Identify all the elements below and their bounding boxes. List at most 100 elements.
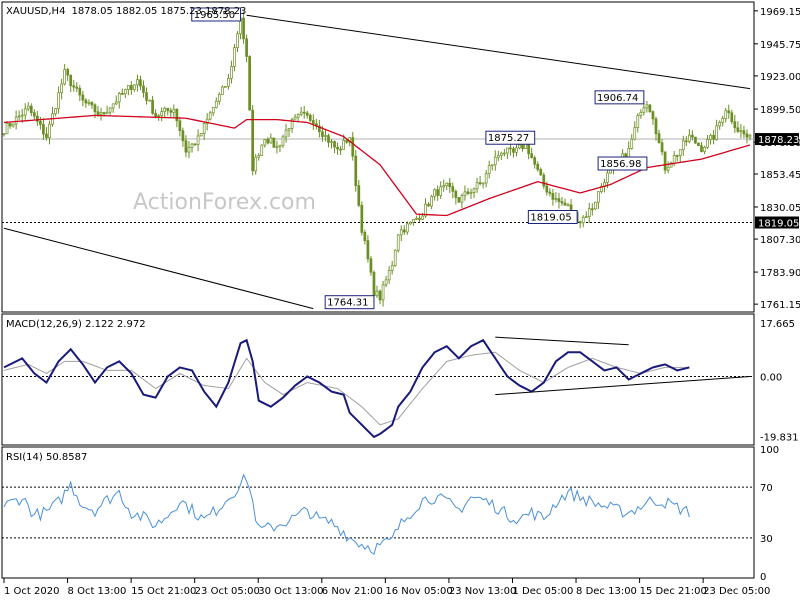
candle-body bbox=[29, 105, 33, 114]
candle-body bbox=[393, 249, 397, 266]
candle-body bbox=[399, 229, 403, 236]
candle bbox=[199, 132, 203, 137]
candle-body bbox=[451, 186, 455, 192]
candle-body bbox=[724, 110, 728, 119]
candle-body bbox=[742, 130, 746, 135]
candle-body bbox=[460, 195, 464, 203]
candle-body bbox=[515, 147, 518, 153]
candle-body bbox=[733, 121, 737, 129]
candle-body bbox=[293, 116, 297, 120]
price-annotation: 1906.74 bbox=[594, 90, 645, 105]
candle-body bbox=[533, 157, 537, 165]
candle-body bbox=[260, 144, 264, 156]
candle-body bbox=[302, 111, 306, 114]
candle bbox=[251, 104, 255, 176]
candle-body bbox=[133, 84, 136, 90]
candle-body bbox=[5, 122, 9, 135]
candle-body bbox=[636, 115, 640, 128]
candle bbox=[224, 85, 227, 88]
price-tick-label: 1923.00 bbox=[760, 72, 800, 83]
candle-body bbox=[445, 182, 449, 187]
candle-body bbox=[181, 130, 185, 142]
candle-body bbox=[709, 135, 712, 140]
candle-body bbox=[630, 138, 634, 149]
candle-body bbox=[581, 216, 585, 224]
candle-body bbox=[284, 129, 288, 138]
price-tick-label: 1783.90 bbox=[760, 268, 800, 279]
candle-body bbox=[99, 112, 103, 115]
candle bbox=[648, 104, 652, 113]
candle-body bbox=[442, 185, 446, 188]
candle-body bbox=[587, 208, 591, 217]
candle-body bbox=[745, 133, 749, 138]
candle-body bbox=[217, 94, 221, 102]
candle-body bbox=[263, 139, 267, 146]
candle-body bbox=[154, 112, 157, 117]
candle-body bbox=[63, 69, 67, 85]
candle-body bbox=[454, 191, 458, 198]
candle-body bbox=[102, 112, 106, 115]
candle-body bbox=[236, 33, 239, 49]
candle-body bbox=[257, 155, 261, 158]
candle-body bbox=[369, 258, 373, 273]
candle-body bbox=[436, 189, 440, 196]
candle-body bbox=[172, 108, 176, 113]
candle-body bbox=[384, 279, 388, 286]
candle-body bbox=[642, 107, 646, 113]
candle-body bbox=[105, 111, 109, 115]
price-annotation: 1856.98 bbox=[597, 156, 648, 171]
candle-body bbox=[545, 185, 549, 193]
x-tick-label: 6 Nov 21:00 bbox=[322, 586, 383, 597]
candle-body bbox=[66, 69, 70, 76]
candle-body bbox=[42, 124, 45, 135]
candle-body bbox=[730, 112, 734, 123]
candle-body bbox=[706, 139, 709, 148]
candle-body bbox=[90, 102, 94, 106]
candle-body bbox=[409, 221, 412, 225]
macd-tick-label: -19.831 bbox=[760, 432, 799, 443]
annotation-label: 1875.27 bbox=[488, 133, 529, 144]
candle-body bbox=[418, 218, 421, 220]
price-tick-label: 1761.15 bbox=[760, 300, 800, 311]
candle-body bbox=[78, 87, 82, 96]
candle-body bbox=[324, 135, 327, 137]
candle-body bbox=[278, 144, 282, 148]
candle-body bbox=[330, 141, 333, 143]
candle bbox=[694, 136, 697, 144]
candle-body bbox=[227, 78, 230, 87]
candle-body bbox=[521, 144, 524, 149]
candle-body bbox=[448, 182, 452, 187]
candle-body bbox=[187, 147, 191, 153]
candle-body bbox=[372, 271, 376, 297]
candle-body bbox=[108, 107, 112, 113]
candle-body bbox=[427, 203, 430, 207]
candle-body bbox=[60, 83, 63, 94]
x-tick-label: 23 Nov 13:00 bbox=[449, 586, 516, 597]
candle-body bbox=[469, 192, 473, 194]
candle-body bbox=[69, 74, 73, 87]
candle-body bbox=[539, 169, 543, 176]
price-annotation: 1819.05 bbox=[527, 210, 578, 225]
candle-body bbox=[20, 114, 24, 117]
candle-body bbox=[199, 133, 203, 137]
candle-body bbox=[415, 218, 418, 220]
candle-body bbox=[715, 125, 718, 140]
price-axis-badge-label: 1878.23 bbox=[758, 135, 799, 146]
candle-body bbox=[457, 197, 461, 203]
candle-body bbox=[339, 148, 342, 151]
candle-body bbox=[23, 108, 27, 116]
candle-body bbox=[478, 182, 482, 184]
candle-body bbox=[269, 137, 273, 144]
candle-body bbox=[299, 111, 303, 115]
annotation-label: 1764.31 bbox=[327, 298, 368, 309]
candle-body bbox=[84, 99, 88, 104]
candle-body bbox=[506, 147, 509, 154]
candle-body bbox=[381, 284, 385, 301]
candle-body bbox=[678, 149, 682, 156]
candle-body bbox=[700, 145, 703, 152]
candle-body bbox=[151, 99, 154, 114]
candle-body bbox=[660, 142, 664, 153]
candle-body bbox=[736, 127, 740, 132]
macd-title: MACD(12,26,9) 2.122 2.972 bbox=[6, 319, 146, 330]
x-tick-label: 1 Dec 05:00 bbox=[512, 586, 573, 597]
